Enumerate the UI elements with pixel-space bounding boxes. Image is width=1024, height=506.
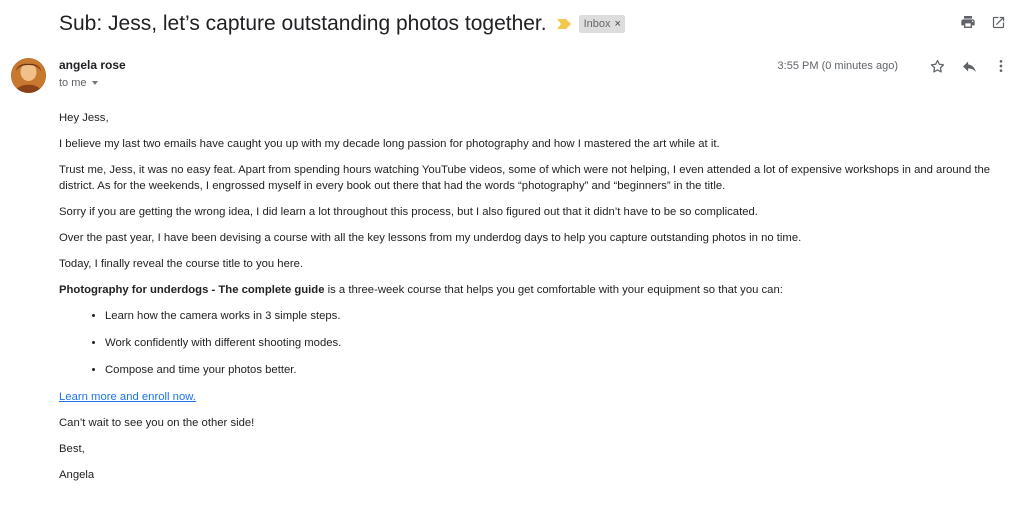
- importance-marker-icon[interactable]: [556, 19, 571, 29]
- signoff: Best,: [59, 443, 85, 455]
- list-item: Learn how the camera works in 3 simple s…: [105, 308, 1009, 324]
- paragraph-5: Today, I finally reveal the course title…: [59, 258, 304, 270]
- inbox-label-chip: Inbox ×: [578, 15, 625, 33]
- subject-row: Sub: Jess, let’s capture outstanding pho…: [59, 8, 1014, 40]
- email-subject: Sub: Jess, let’s capture outstanding pho…: [59, 12, 547, 35]
- sender-avatar[interactable]: [11, 58, 46, 93]
- enroll-link[interactable]: Learn more and enroll now.: [59, 391, 196, 403]
- list-item: Work confidently with different shooting…: [105, 335, 1009, 351]
- greeting: Hey Jess,: [59, 112, 109, 124]
- recipient-label: to me: [59, 77, 87, 89]
- course-title: Photography for underdogs - The complete…: [59, 284, 325, 296]
- sender-name[interactable]: angela rose: [59, 58, 126, 72]
- more-options-icon[interactable]: [992, 57, 1010, 75]
- list-item: Compose and time your photos better.: [105, 362, 1009, 378]
- paragraph-1: I believe my last two emails have caught…: [59, 138, 720, 150]
- closing-line: Can’t wait to see you on the other side!: [59, 417, 255, 429]
- print-icon[interactable]: [960, 14, 976, 30]
- sender-info: angela rose to me: [59, 58, 126, 89]
- remove-label-button[interactable]: ×: [615, 18, 621, 30]
- message-timestamp: 3:55 PM (0 minutes ago): [777, 60, 898, 72]
- paragraph-4: Over the past year, I have been devising…: [59, 232, 802, 244]
- enroll-paragraph: Learn more and enroll now.: [59, 389, 1009, 405]
- inbox-label-text: Inbox: [583, 18, 611, 30]
- chevron-down-icon[interactable]: [91, 81, 98, 85]
- reply-icon[interactable]: [960, 57, 978, 75]
- star-icon[interactable]: [928, 57, 946, 75]
- course-description: is a three-week course that helps you ge…: [324, 284, 783, 296]
- message-meta: 3:55 PM (0 minutes ago): [778, 57, 1010, 75]
- signature: Angela: [59, 469, 95, 481]
- recipient-details-toggle[interactable]: to me: [59, 77, 126, 89]
- paragraph-2: Trust me, Jess, it was no easy feat. Apa…: [59, 164, 991, 192]
- course-paragraph: Photography for underdogs - The complete…: [59, 282, 1009, 298]
- subject-actions: [960, 14, 1006, 30]
- paragraph-3: Sorry if you are getting the wrong idea,…: [59, 206, 758, 218]
- message-body: Hey Jess, I believe my last two emails h…: [59, 110, 1009, 493]
- benefits-list: Learn how the camera works in 3 simple s…: [59, 308, 1009, 378]
- open-in-new-window-icon[interactable]: [990, 14, 1006, 30]
